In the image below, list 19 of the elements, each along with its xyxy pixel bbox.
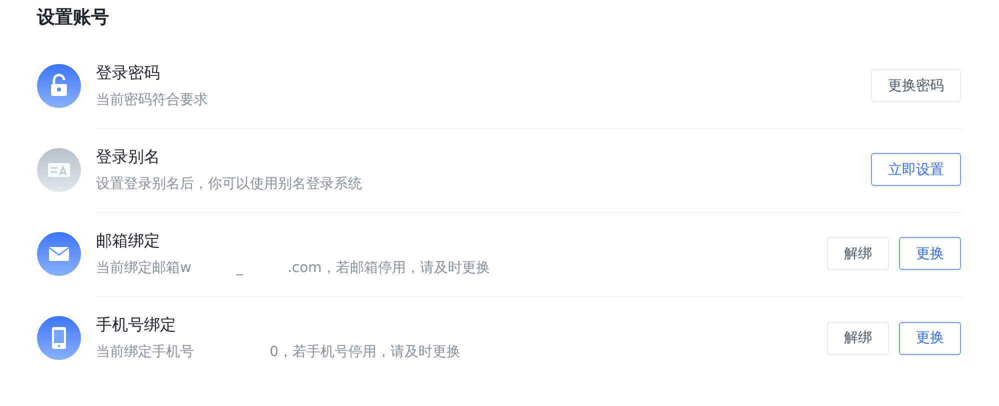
primary-button[interactable]: 立即设置 (871, 153, 961, 186)
setting-title: 登录密码 (96, 62, 161, 82)
secondary-button[interactable]: 更换密码 (871, 69, 961, 102)
setting-title: 手机号绑定 (96, 315, 177, 335)
envelope-icon (37, 232, 81, 276)
setting-description: 当前绑定手机号 0，若手机号停用，请及时更换 (96, 343, 462, 361)
primary-button[interactable]: 更换 (899, 322, 961, 354)
section-title: 设置账号 (37, 6, 110, 30)
padlock-icon (37, 64, 81, 108)
phone-icon (37, 316, 81, 360)
id-card-icon (37, 148, 81, 192)
setting-description: 设置登录别名后，你可以使用别名登录系统 (96, 174, 363, 192)
primary-button[interactable]: 更换 (899, 237, 961, 270)
setting-description: 当前密码符合要求 (96, 90, 209, 108)
setting-title: 邮箱绑定 (96, 230, 161, 250)
secondary-button[interactable]: 解绑 (827, 322, 889, 354)
secondary-button[interactable]: 解绑 (827, 237, 889, 270)
setting-title: 登录别名 (96, 146, 161, 166)
setting-description: 当前绑定邮箱w _ .com，若邮箱停用，请及时更换 (96, 258, 491, 276)
